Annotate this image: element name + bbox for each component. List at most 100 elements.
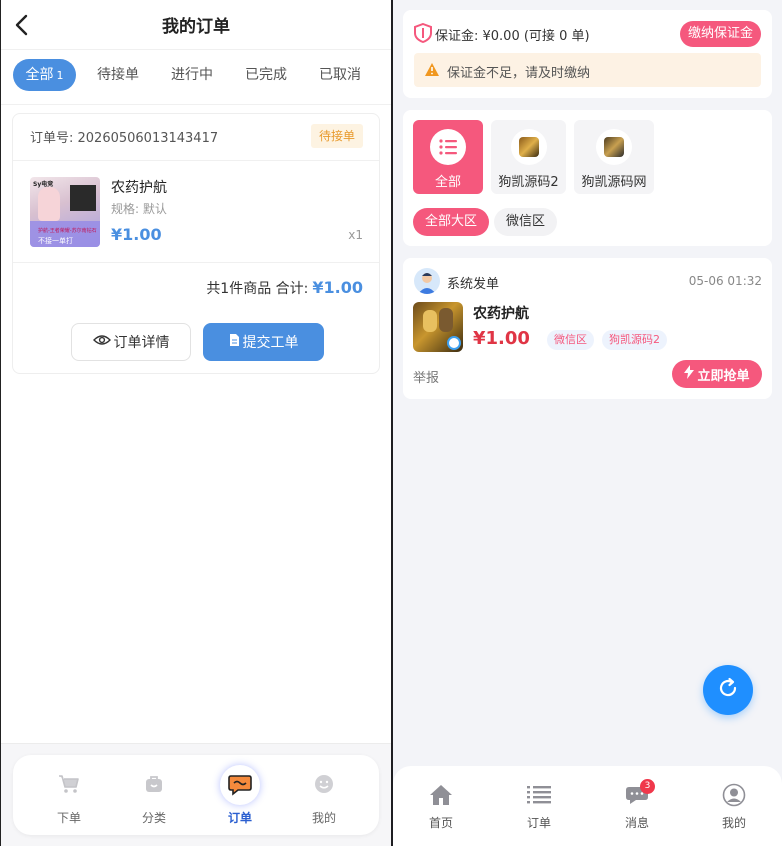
nav-item-messages[interactable]: 3 消息: [607, 779, 667, 831]
grab-order-button[interactable]: 立即抢单: [672, 360, 762, 388]
nav-label: 订单: [526, 816, 551, 830]
nav-icon-spacer: [210, 769, 270, 799]
sender-name: 系统发单: [447, 277, 500, 292]
category-label: 全部: [434, 175, 461, 190]
nav-item-order-place[interactable]: 下单: [39, 769, 99, 826]
nav-label: 订单: [227, 811, 252, 825]
user-icon: [704, 780, 764, 810]
listing-title: 农药护航: [473, 306, 529, 322]
nav-label: 分类: [141, 811, 166, 825]
tab-all[interactable]: 全部 1: [13, 59, 76, 91]
deposit-card: 保证金: ¥0.00 (可接 0 单) 缴纳保证金 保证金不足，请及时缴纳: [403, 10, 772, 98]
thumb-figure: [423, 310, 437, 332]
nav-item-orders[interactable]: 订单: [210, 769, 270, 826]
nav-label: 下单: [56, 811, 81, 825]
warning-text: 保证金不足，请及时缴纳: [447, 66, 591, 81]
thumb-figure: [439, 308, 453, 332]
home-icon: [411, 780, 471, 810]
header: 我的订单: [1, 0, 391, 50]
game-thumbnail[interactable]: [413, 302, 463, 352]
shield-icon: [414, 22, 432, 47]
nav-item-mine[interactable]: 我的: [294, 769, 354, 826]
category-gk2[interactable]: 狗凯源码2: [491, 120, 566, 194]
report-link[interactable]: 举报: [413, 367, 439, 386]
order-detail-button[interactable]: 订单详情: [71, 323, 191, 361]
total-amount: ¥1.00: [312, 278, 363, 297]
status-badge: 待接单: [310, 124, 363, 148]
order-card: 订单号: 20260506013143417 待接单 Sy电竞 护航-王者荣耀-…: [12, 113, 380, 374]
category-card: 全部 狗凯源码2 狗凯源码网 全部大区 微信区: [403, 110, 772, 246]
tab-all-count: 1: [56, 69, 64, 82]
nav-label: 首页: [428, 816, 453, 830]
nav-item-category[interactable]: 分类: [124, 769, 184, 826]
tab-pending[interactable]: 待接单: [87, 59, 149, 91]
bottom-nav: 下单 分类 订单 我的: [13, 755, 379, 835]
nav-label: 我的: [311, 811, 336, 825]
order-number: 订单号: 20260506013143417: [30, 131, 219, 146]
thumbnail-brand-text: Sy电竞: [33, 181, 54, 188]
product-thumbnail[interactable]: Sy电竞 护航-王者荣耀-苏尔南钻石 不接一单打: [30, 177, 100, 247]
thumbnail-dark-block: [70, 185, 96, 211]
bottom-nav: 首页 订单 3 消息 我的: [393, 766, 782, 846]
game-logo-icon: [510, 129, 547, 165]
nav-label: 消息: [624, 816, 649, 830]
listing-time: 05-06 01:32: [688, 274, 762, 288]
thumbnail-caption: 护航-王者荣耀-苏尔南钻石: [38, 228, 97, 234]
page-title: 我的订单: [162, 17, 230, 37]
divider: [13, 262, 379, 263]
game-logo-icon: [596, 129, 632, 165]
deposit-status: 保证金: ¥0.00 (可接 0 单): [435, 29, 590, 44]
orders-panel: 我的订单 全部 1 待接单 进行中 已完成 已取消 订单号: 2026050601…: [0, 0, 391, 846]
refresh-button[interactable]: [703, 665, 753, 715]
nav-item-orders[interactable]: 订单: [509, 780, 569, 831]
deposit-warning: 保证金不足，请及时缴纳: [414, 53, 761, 87]
tab-cancelled[interactable]: 已取消: [309, 59, 371, 91]
smile-icon: [294, 769, 354, 799]
tab-completed[interactable]: 已完成: [235, 59, 297, 91]
category-all[interactable]: 全部: [413, 120, 483, 194]
product-quantity: x1: [348, 228, 363, 242]
document-icon: [229, 333, 240, 351]
grab-order-label: 立即抢单: [697, 368, 750, 384]
message-icon: 3: [607, 779, 667, 810]
region-wechat[interactable]: 微信区: [494, 208, 558, 236]
cart-icon: [39, 769, 99, 799]
product-price: ¥1.00: [111, 225, 162, 244]
thumbnail-figure: [38, 187, 60, 221]
list-icon: [509, 780, 569, 810]
submit-ticket-label: 提交工单: [242, 335, 299, 351]
pay-deposit-button[interactable]: 缴纳保证金: [679, 21, 761, 47]
listing-tag: 微信区: [547, 330, 594, 350]
divider: [13, 160, 379, 161]
unread-badge: 3: [640, 779, 655, 794]
nav-item-mine[interactable]: 我的: [704, 780, 764, 831]
thumbnail-caption-2: 不接一单打: [38, 237, 73, 245]
listing-price: ¥1.00: [473, 328, 530, 349]
category-gk-net[interactable]: 狗凯源码网: [574, 120, 654, 194]
submit-ticket-button[interactable]: 提交工单: [203, 323, 324, 361]
game-badge-icon: [447, 336, 461, 350]
grab-orders-panel: 保证金: ¥0.00 (可接 0 单) 缴纳保证金 保证金不足，请及时缴纳 全部…: [393, 0, 782, 846]
region-all[interactable]: 全部大区: [413, 208, 490, 236]
order-tabs: 全部 1 待接单 进行中 已完成 已取消: [1, 50, 391, 105]
order-total: 共1件商品 合计: ¥1.00: [206, 278, 363, 298]
lightning-icon: [684, 365, 695, 383]
listing-card: 系统发单 05-06 01:32 农药护航 ¥1.00 微信区 狗凯源码2 举报…: [403, 258, 772, 399]
order-detail-label: 订单详情: [113, 335, 170, 351]
tab-in-progress[interactable]: 进行中: [161, 59, 223, 91]
category-label: 狗凯源码2: [498, 175, 559, 190]
tab-all-label: 全部: [25, 67, 54, 83]
bag-icon: [124, 769, 184, 799]
list-icon: [430, 129, 466, 165]
bottom-nav-area: 下单 分类 订单 我的: [1, 743, 391, 846]
nav-item-home[interactable]: 首页: [411, 780, 471, 831]
nav-label: 我的: [721, 816, 746, 830]
product-spec: 规格: 默认: [111, 202, 167, 216]
listing-tag: 狗凯源码2: [602, 330, 667, 350]
total-label: 共1件商品 合计:: [206, 281, 309, 297]
product-name: 农药护航: [111, 180, 167, 196]
eye-icon: [92, 333, 111, 351]
category-label: 狗凯源码网: [581, 175, 647, 190]
warning-icon: [424, 62, 440, 81]
refresh-icon: [717, 677, 739, 703]
